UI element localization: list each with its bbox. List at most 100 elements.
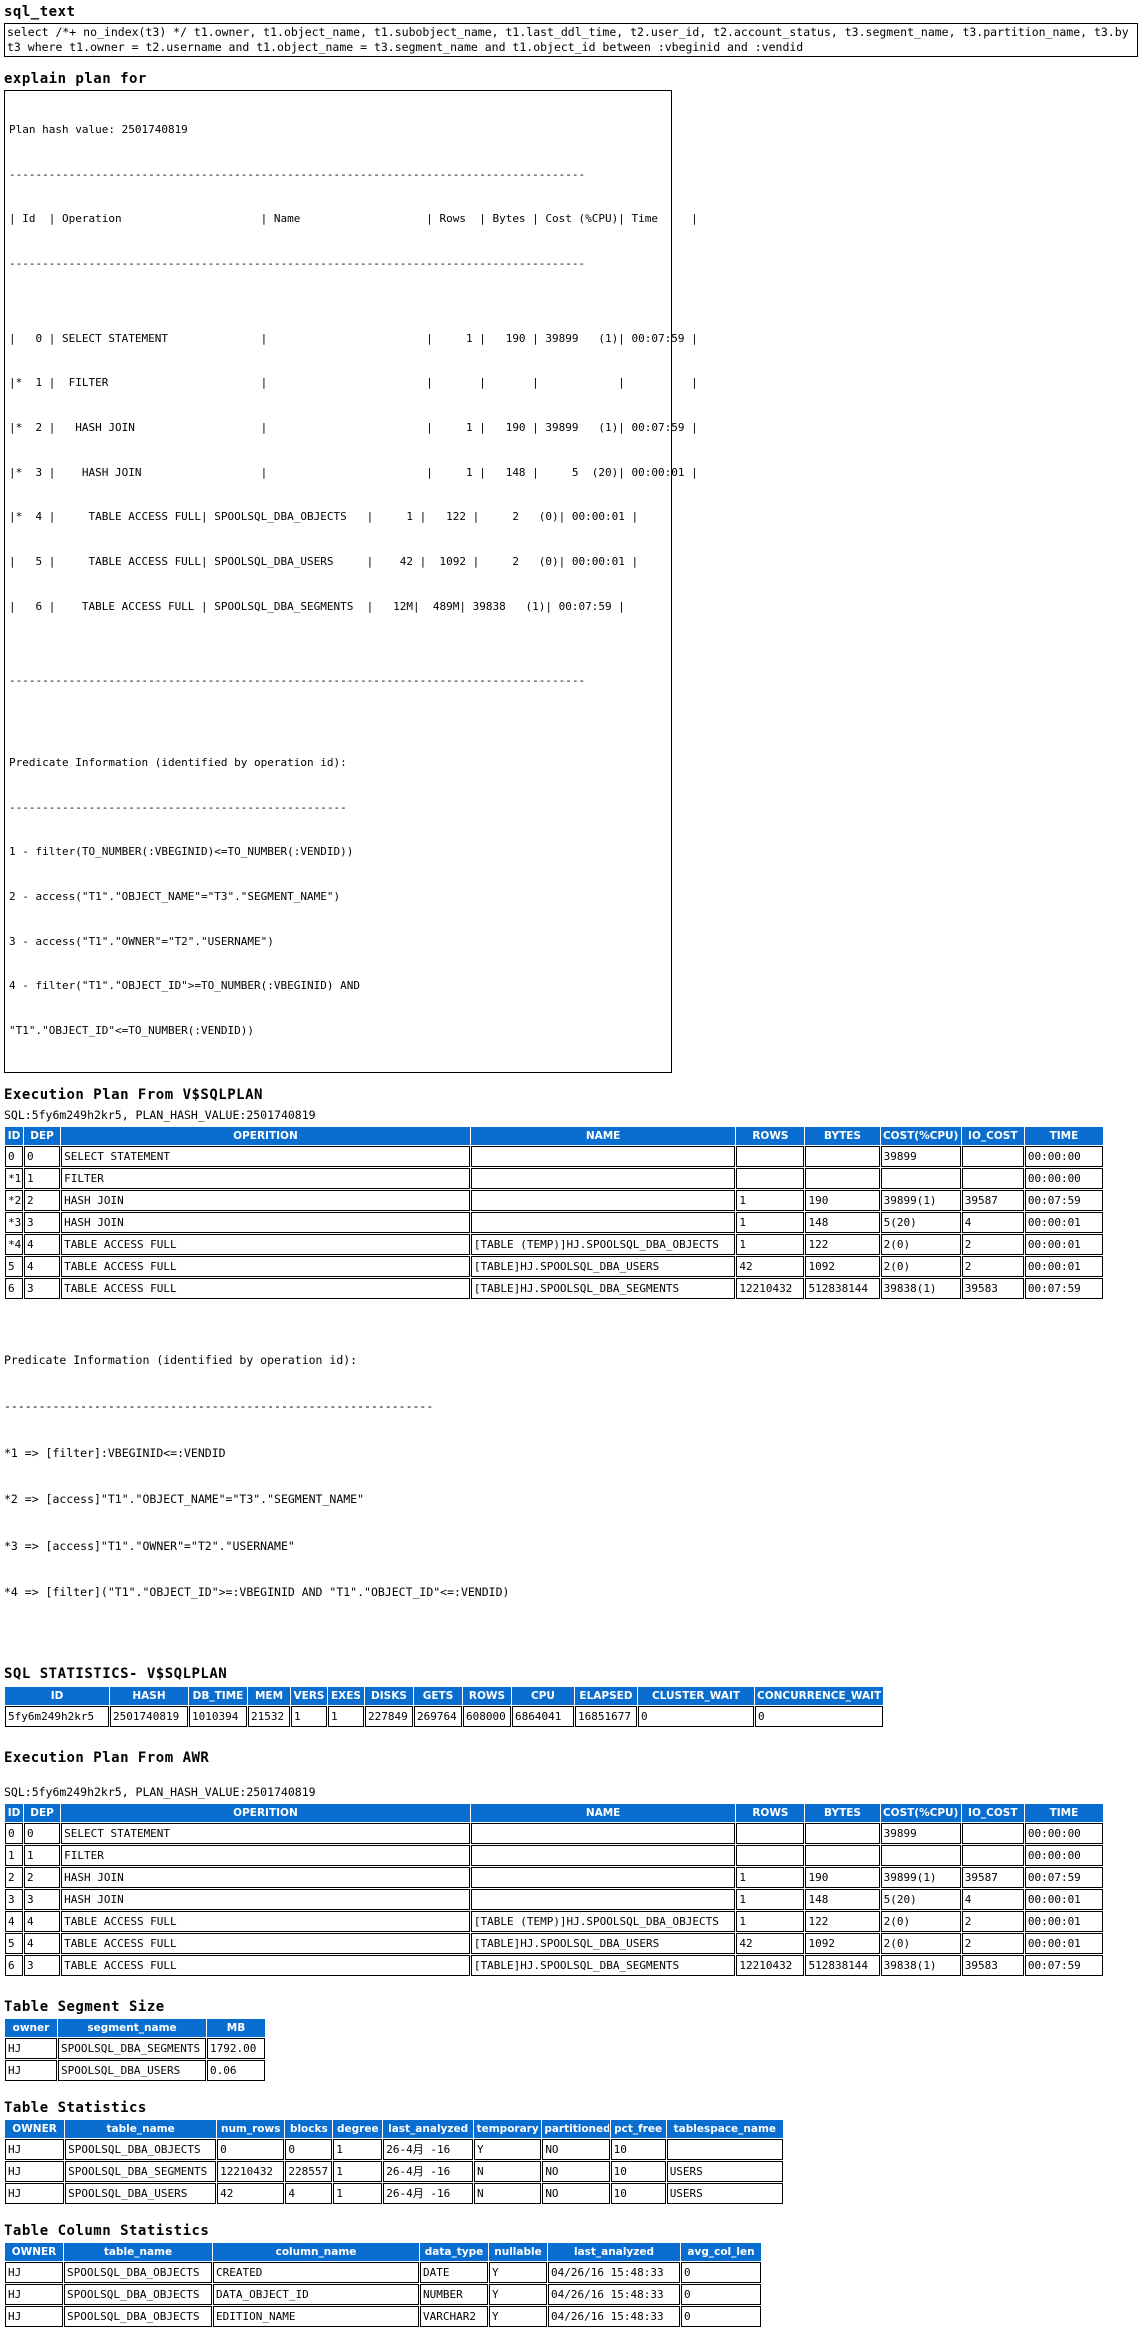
awr-plan-table: ID DEP OPERITION NAME ROWS BYTES COST(%C…	[4, 1803, 1104, 1977]
cell-dep: 0	[24, 1145, 61, 1167]
cell-cost: 39899	[880, 1822, 961, 1844]
cell-degree: 1	[333, 2182, 383, 2204]
cell-last-analyzed: 26-4月 -16	[383, 2138, 473, 2160]
cell-time: 00:00:00	[1024, 1167, 1103, 1189]
cell-table-name: SPOOLSQL_DBA_OBJECTS	[64, 2283, 212, 2305]
col-header-vers: VERS	[291, 1686, 327, 1705]
col-header-operition: OPERITION	[61, 1803, 470, 1822]
cell-bytes: 512838144	[805, 1277, 880, 1299]
cell-id: 5fy6m249h2kr5	[5, 1705, 109, 1727]
col-header-elapsed: ELAPSED	[575, 1686, 637, 1705]
awr-plan-body: 0 0 SELECT STATEMENT 39899 00:00:00 1 1 …	[5, 1822, 1103, 1976]
sql-statistics-header-row: ID HASH DB_TIME MEM VERS EXES DISKS GETS…	[5, 1686, 883, 1705]
col-header-tablespace-name: tablespace_name	[666, 2119, 783, 2138]
cell-name	[470, 1822, 736, 1844]
cell-io-cost: 4	[961, 1211, 1024, 1233]
cell-time: 00:00:00	[1024, 1822, 1103, 1844]
col-header-cpu: CPU	[512, 1686, 574, 1705]
cell-operation: SELECT STATEMENT	[61, 1145, 470, 1167]
table-row: 3 3 HASH JOIN 1 148 5(20) 4 00:00:01	[5, 1888, 1103, 1910]
table-row: 1 1 FILTER 00:00:00	[5, 1844, 1103, 1866]
cell-id: 1	[5, 1844, 24, 1866]
table-row: HJ SPOOLSQL_DBA_SEGMENTS 12210432 228557…	[5, 2160, 783, 2182]
col-header-nullable: nullable	[489, 2242, 547, 2261]
vsqlplan-predicate: *2 => [access]"T1"."OBJECT_NAME"="T3"."S…	[4, 1492, 365, 1507]
cell-time: 00:00:01	[1024, 1255, 1103, 1277]
cell-operation: FILTER	[61, 1167, 470, 1189]
cell-operation: SELECT STATEMENT	[61, 1822, 470, 1844]
cell-time: 00:00:01	[1024, 1888, 1103, 1910]
cell-data-type: DATE	[420, 2261, 488, 2283]
cell-partitioned: NO	[542, 2182, 610, 2204]
cell-owner: HJ	[5, 2160, 65, 2182]
plan-row: |* 2 | HASH JOIN | | 1 | 190 | 39899 (1)…	[9, 420, 698, 434]
cell-column-name: CREATED	[213, 2261, 419, 2283]
cell-io-cost: 2	[961, 1910, 1024, 1932]
cell-nullable: Y	[489, 2261, 547, 2283]
cell-dep: 4	[24, 1932, 61, 1954]
table-row: 6 3 TABLE ACCESS FULL [TABLE]HJ.SPOOLSQL…	[5, 1277, 1103, 1299]
cell-bytes: 190	[805, 1866, 880, 1888]
col-header-pct-free: pct_free	[610, 2119, 666, 2138]
plan-row: | 6 | TABLE ACCESS FULL | SPOOLSQL_DBA_S…	[9, 599, 625, 613]
table-row: *3 3 HASH JOIN 1 148 5(20) 4 00:00:01	[5, 1211, 1103, 1233]
col-header-disks: DISKS	[365, 1686, 413, 1705]
cell-temporary: N	[474, 2182, 542, 2204]
cell-hash: 2501740819	[110, 1705, 188, 1727]
cell-num-rows: 42	[217, 2182, 285, 2204]
table-segment-size-table: owner segment_name MB HJ SPOOLSQL_DBA_SE…	[4, 2018, 266, 2082]
table-statistics-body: HJ SPOOLSQL_DBA_OBJECTS 0 0 1 26-4月 -16 …	[5, 2138, 783, 2204]
col-header-time: TIME	[1024, 1126, 1103, 1145]
col-header-column-name: column_name	[213, 2242, 419, 2261]
cell-bytes	[805, 1145, 880, 1167]
cell-column-name: DATA_OBJECT_ID	[213, 2283, 419, 2305]
cell-name: [TABLE]HJ.SPOOLSQL_DBA_USERS	[470, 1932, 736, 1954]
table-row: 6 3 TABLE ACCESS FULL [TABLE]HJ.SPOOLSQL…	[5, 1954, 1103, 1976]
vsqlplan-predicate: *4 => [filter]("T1"."OBJECT_ID">=:VBEGIN…	[4, 1585, 510, 1600]
plan-rows: | 0 | SELECT STATEMENT | | 1 | 190 | 398…	[9, 302, 698, 645]
explain-plan-title: explain plan for	[4, 71, 147, 87]
cell-name: [TABLE (TEMP)]HJ.SPOOLSQL_DBA_OBJECTS	[470, 1910, 736, 1932]
table-row: HJ SPOOLSQL_DBA_USERS 0.06	[5, 2059, 265, 2081]
table-row: HJ SPOOLSQL_DBA_OBJECTS CREATED DATE Y 0…	[5, 2261, 761, 2283]
vsqlplan-header-row: ID DEP OPERITION NAME ROWS BYTES COST(%C…	[5, 1126, 1103, 1145]
cell-partitioned: NO	[542, 2138, 610, 2160]
column-statistics-header-row: OWNER table_name column_name data_type n…	[5, 2242, 761, 2261]
col-header-temporary: temporary	[474, 2119, 542, 2138]
col-header-hash: HASH	[110, 1686, 188, 1705]
cell-cost: 39838(1)	[880, 1954, 961, 1976]
cell-operation: HASH JOIN	[61, 1866, 470, 1888]
cell-vers: 1	[291, 1705, 327, 1727]
cell-rows: 1	[736, 1866, 805, 1888]
table-row: HJ SPOOLSQL_DBA_USERS 42 4 1 26-4月 -16 N…	[5, 2182, 783, 2204]
vsqlplan-predicate-block: Predicate Information (identified by ope…	[4, 1322, 1144, 1632]
sql-text-line-1: select /*+ no_index(t3) */ t1.owner, t1.…	[7, 25, 1129, 39]
cell-time: 00:00:01	[1024, 1233, 1103, 1255]
plan-row: | 5 | TABLE ACCESS FULL| SPOOLSQL_DBA_US…	[9, 555, 639, 569]
table-row: *4 4 TABLE ACCESS FULL [TABLE (TEMP)]HJ.…	[5, 1233, 1103, 1255]
sql-statistics-body: 5fy6m249h2kr5 2501740819 1010394 21532 1…	[5, 1705, 883, 1727]
cell-pct-free: 10	[610, 2160, 666, 2182]
cell-name: [TABLE (TEMP)]HJ.SPOOLSQL_DBA_OBJECTS	[470, 1233, 736, 1255]
table-row: HJ SPOOLSQL_DBA_OBJECTS 0 0 1 26-4月 -16 …	[5, 2138, 783, 2160]
cell-bytes: 512838144	[805, 1954, 880, 1976]
cell-mb: 1792.00	[207, 2037, 265, 2059]
cell-table-name: SPOOLSQL_DBA_OBJECTS	[64, 2261, 212, 2283]
cell-operation: TABLE ACCESS FULL	[61, 1277, 470, 1299]
column-statistics-body: HJ SPOOLSQL_DBA_OBJECTS CREATED DATE Y 0…	[5, 2261, 761, 2327]
cell-exes: 1	[328, 1705, 364, 1727]
cell-id: 6	[5, 1277, 24, 1299]
col-header-mem: MEM	[248, 1686, 290, 1705]
table-statistics-table: OWNER table_name num_rows blocks degree …	[4, 2119, 784, 2205]
cell-partitioned: NO	[542, 2160, 610, 2182]
table-row: 2 2 HASH JOIN 1 190 39899(1) 39587 00:07…	[5, 1866, 1103, 1888]
cell-id: *2	[5, 1189, 24, 1211]
explain-predicate-divider: ----------------------------------------…	[9, 800, 347, 814]
cell-id: 6	[5, 1954, 24, 1976]
col-header-mb: MB	[207, 2018, 265, 2037]
cell-io-cost: 2	[961, 1255, 1024, 1277]
cell-cost: 39899(1)	[880, 1866, 961, 1888]
sql-text-box: select /*+ no_index(t3) */ t1.owner, t1.…	[4, 23, 1138, 57]
sql-text-title: sql_text	[4, 4, 76, 20]
cell-io-cost: 39583	[961, 1954, 1024, 1976]
